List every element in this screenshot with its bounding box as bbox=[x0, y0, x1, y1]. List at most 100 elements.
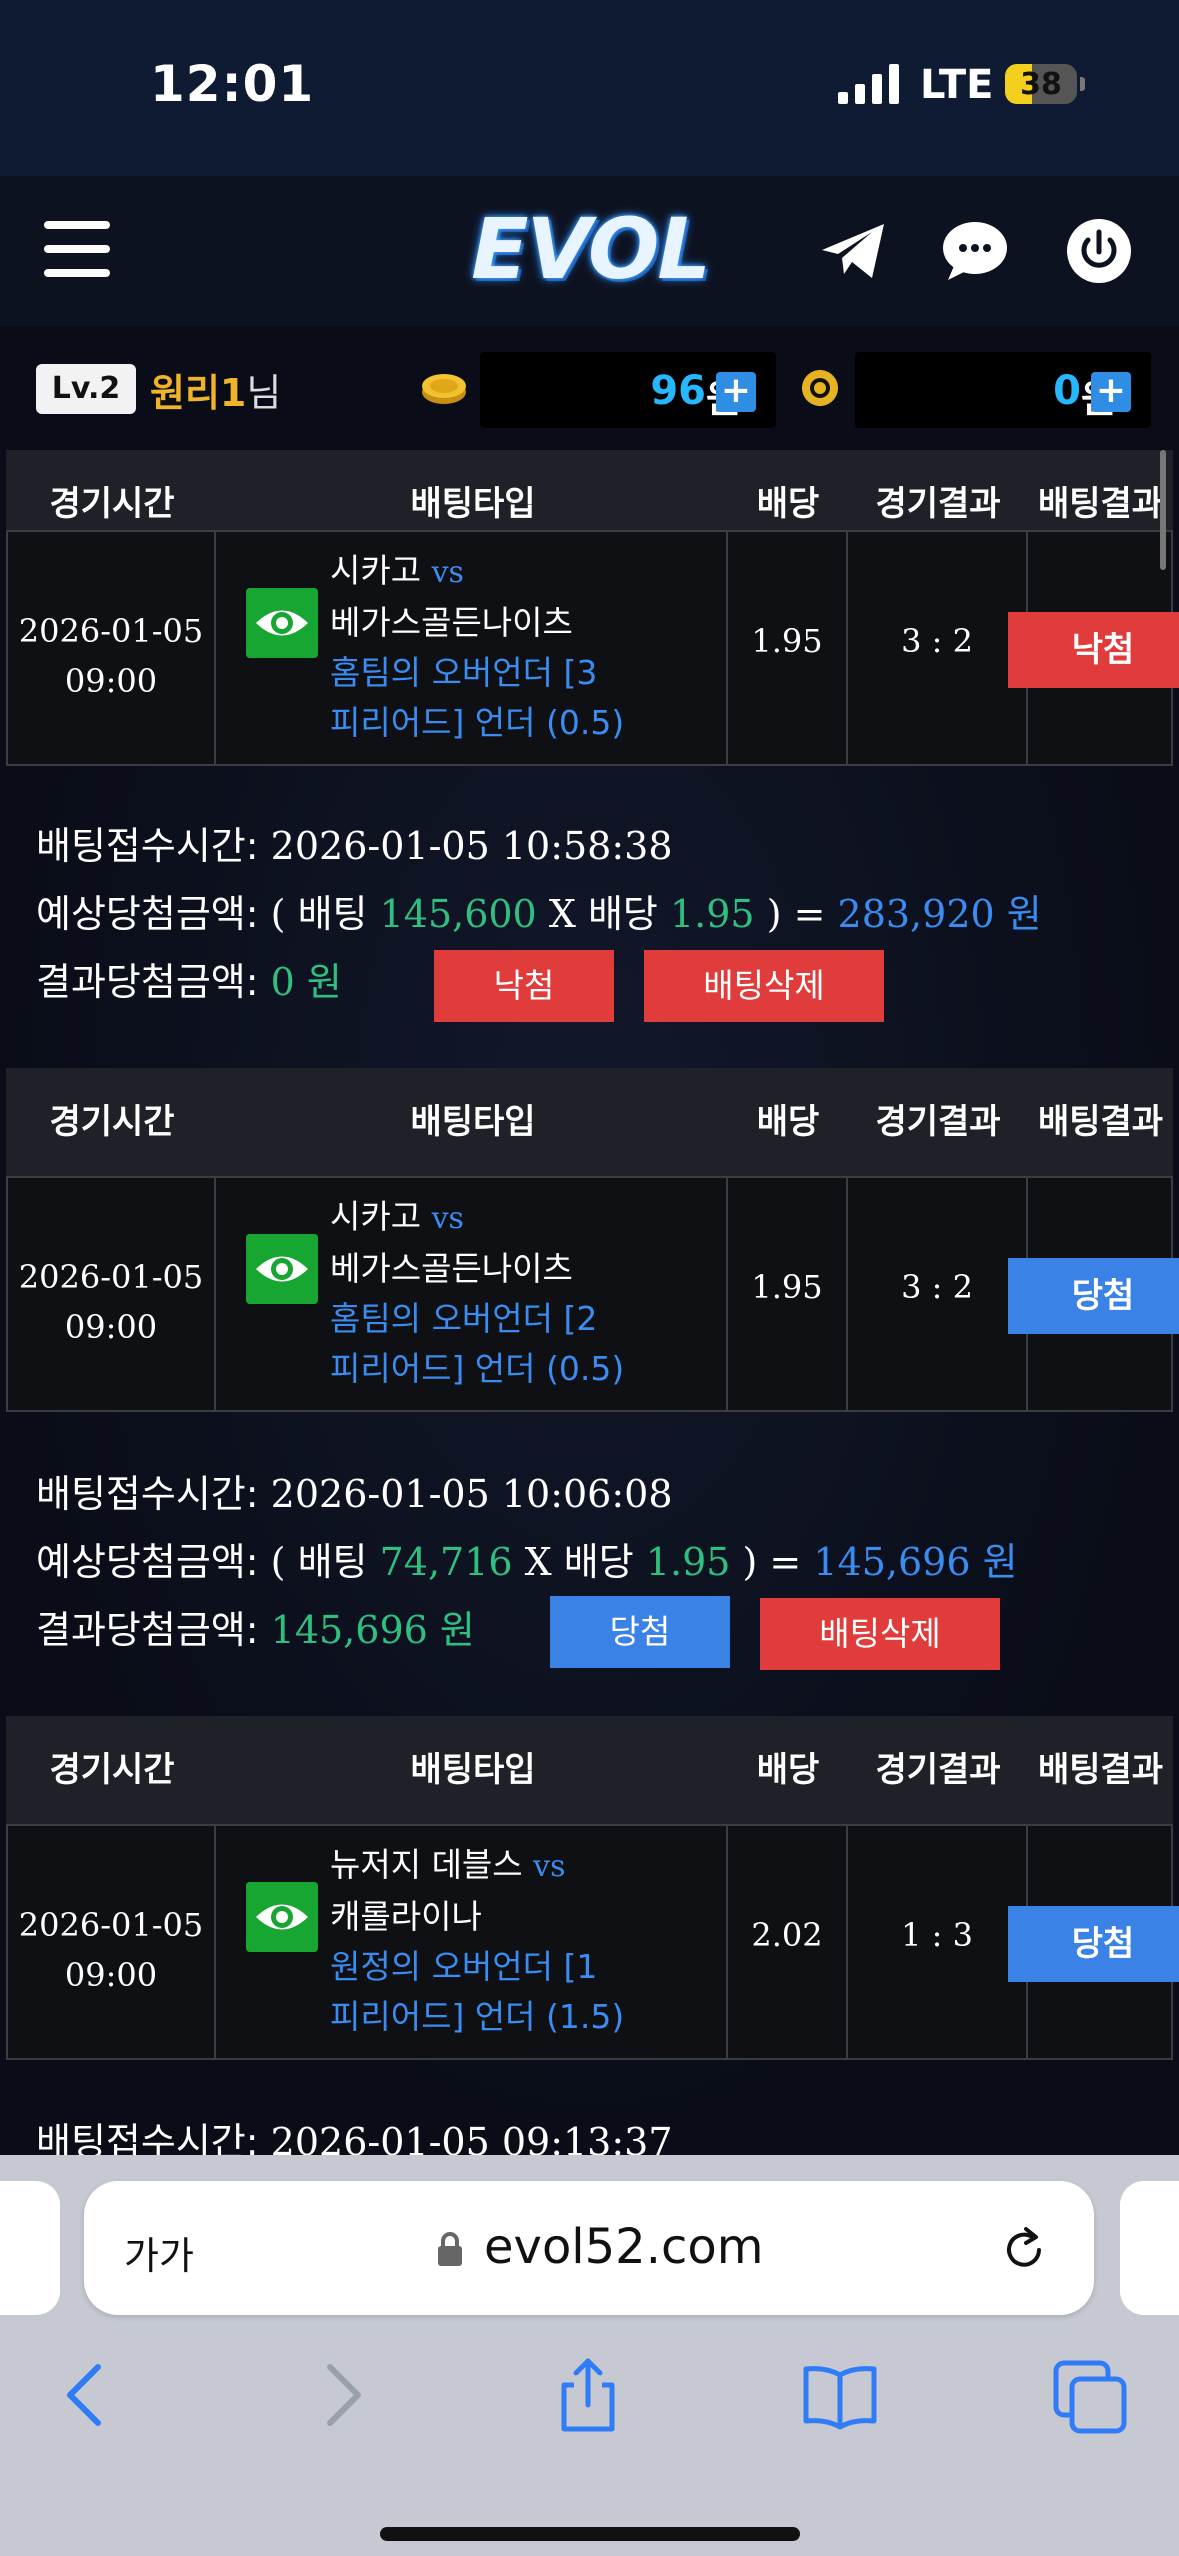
bet-row: 2026-01-05 09:00 뉴저지 데블스 vs 캐롤라이나 원정의 오버… bbox=[6, 1824, 1179, 2060]
game-score: 3 : 2 bbox=[901, 1268, 973, 1306]
match-info: 뉴저지 데블스 vs 캐롤라이나 원정의 오버언더 [1 피리어드] 언더 (1… bbox=[330, 1840, 720, 2042]
col-header-type: 배팅타입 bbox=[410, 1750, 536, 1790]
game-score: 1 : 3 bbox=[901, 1916, 973, 1954]
bet-received-time: 배팅접수시간: 2026-01-05 10:58:38 bbox=[36, 824, 673, 868]
bet-odds: 1.95 bbox=[751, 1268, 823, 1306]
bet-result-badge: 당첨 bbox=[1008, 1258, 1179, 1334]
money-balance-box: 96 원 + bbox=[480, 352, 776, 428]
col-header-time: 경기시간 bbox=[49, 1102, 175, 1142]
home-indicator[interactable] bbox=[380, 2527, 800, 2541]
forward-icon[interactable] bbox=[300, 2355, 380, 2435]
tabs-icon[interactable] bbox=[1050, 2355, 1130, 2435]
home-team: 뉴저지 데블스 bbox=[330, 1845, 523, 1884]
col-header-odds: 배당 bbox=[756, 1102, 820, 1142]
away-team: 베가스골든나이츠 bbox=[330, 1249, 573, 1288]
share-icon[interactable] bbox=[548, 2355, 628, 2435]
username: 원리1님 bbox=[150, 362, 281, 417]
reload-icon[interactable] bbox=[999, 2225, 1049, 2275]
browser-toolbar: 가가 evol52.com bbox=[0, 2155, 1179, 2556]
chat-icon[interactable] bbox=[940, 216, 1010, 286]
address-bar[interactable]: 가가 evol52.com bbox=[84, 2181, 1094, 2315]
col-header-bet-result: 배팅결과 bbox=[1037, 1750, 1164, 1790]
status-lose-button[interactable]: 낙첨 bbox=[434, 950, 614, 1022]
lock-icon bbox=[438, 2232, 462, 2266]
signal-icon bbox=[838, 64, 899, 104]
scrollbar[interactable] bbox=[1160, 450, 1166, 570]
bet-date: 2026-01-05 09:00 bbox=[18, 612, 204, 700]
network-label: LTE bbox=[920, 62, 994, 108]
bookmarks-icon[interactable] bbox=[800, 2355, 880, 2435]
point-value: 0 bbox=[1053, 368, 1081, 414]
next-tab-preview[interactable] bbox=[1120, 2181, 1179, 2315]
away-team: 베가스골든나이츠 bbox=[330, 603, 573, 642]
charge-money-button[interactable]: + bbox=[716, 372, 756, 412]
col-header-bet-result: 배팅결과 bbox=[1037, 1102, 1164, 1142]
reader-settings-button[interactable]: 가가 bbox=[124, 2225, 194, 2280]
bet-odds: 2.02 bbox=[751, 1916, 823, 1954]
home-team: 시카고 bbox=[330, 1197, 422, 1236]
hamburger-menu-icon[interactable] bbox=[44, 221, 110, 277]
col-header-time: 경기시간 bbox=[49, 1750, 175, 1790]
delete-bet-button[interactable]: 배팅삭제 bbox=[760, 1598, 1000, 1670]
username-suffix: 님 bbox=[246, 371, 282, 415]
match-info: 시카고 vs 베가스골든나이츠 홈팀의 오버언더 [3 피리어드] 언더 (0.… bbox=[330, 546, 720, 748]
bet-result-badge: 당첨 bbox=[1008, 1906, 1179, 1982]
back-icon[interactable] bbox=[48, 2355, 128, 2435]
match-info: 시카고 vs 베가스골든나이츠 홈팀의 오버언더 [2 피리어드] 언더 (0.… bbox=[330, 1192, 720, 1394]
table-header-row: 경기시간 배팅타입 배당 경기결과 배팅결과 bbox=[6, 1068, 1173, 1176]
charge-point-button[interactable]: + bbox=[1091, 372, 1131, 412]
status-bar: 12:01 LTE 38 bbox=[0, 0, 1179, 176]
bet-type-line1: 원정의 오버언더 [1 bbox=[330, 1947, 598, 1986]
status-win-button[interactable]: 당첨 bbox=[550, 1596, 730, 1668]
level-badge: Lv.2 bbox=[36, 364, 136, 414]
vs-label: vs bbox=[431, 555, 464, 590]
away-team: 캐롤라이나 bbox=[330, 1897, 482, 1936]
eye-icon[interactable] bbox=[246, 1234, 318, 1304]
status-time: 12:01 bbox=[150, 55, 315, 113]
final-winnings: 결과당첨금액: 0 원 bbox=[36, 960, 342, 1004]
bet-history-list[interactable]: 경기시간 배팅타입 배당 경기결과 배팅결과 2026-01-05 09:00 … bbox=[0, 450, 1179, 2155]
game-score: 3 : 2 bbox=[901, 622, 973, 660]
col-header-type: 배팅타입 bbox=[410, 1102, 536, 1142]
coin-icon bbox=[422, 374, 466, 404]
bet-type-line1: 홈팀의 오버언더 [3 bbox=[330, 653, 598, 692]
user-info-bar: Lv.2 원리1님 96 원 + 0 원 + bbox=[0, 326, 1179, 450]
bet-date: 2026-01-05 09:00 bbox=[18, 1906, 204, 1994]
eye-icon[interactable] bbox=[246, 588, 318, 658]
power-icon[interactable] bbox=[1064, 216, 1134, 286]
point-balance-box: 0 원 + bbox=[855, 352, 1151, 428]
col-header-game-result: 경기결과 bbox=[875, 1102, 1001, 1142]
bet-received-time: 배팅접수시간: 2026-01-05 10:06:08 bbox=[36, 1472, 673, 1516]
expected-winnings: 예상당첨금액: ( 배팅 74,716 X 배당 1.95 ) = 145,69… bbox=[36, 1540, 1018, 1584]
battery-icon: 38 bbox=[1005, 64, 1077, 104]
battery-level: 38 bbox=[1020, 67, 1062, 102]
vs-label: vs bbox=[431, 1201, 464, 1236]
previous-tab-preview[interactable] bbox=[0, 2181, 60, 2315]
bet-row: 2026-01-05 09:00 시카고 vs 베가스골든나이츠 홈팀의 오버언… bbox=[6, 530, 1179, 766]
final-winnings: 결과당첨금액: 145,696 원 bbox=[36, 1608, 475, 1652]
col-header-game-result: 경기결과 bbox=[875, 1750, 1001, 1790]
app-header: EVOL bbox=[0, 176, 1179, 326]
delete-bet-button[interactable]: 배팅삭제 bbox=[644, 950, 884, 1022]
url-text[interactable]: evol52.com bbox=[484, 2219, 764, 2275]
expected-winnings: 예상당첨금액: ( 배팅 145,600 X 배당 1.95 ) = 283,9… bbox=[36, 892, 1042, 936]
money-value: 96 bbox=[650, 368, 706, 414]
bet-type-line1: 홈팀의 오버언더 [2 bbox=[330, 1299, 598, 1338]
casino-chip-icon bbox=[802, 370, 838, 406]
vs-label: vs bbox=[533, 1849, 566, 1884]
bet-type-line2: 피리어드] 언더 (0.5) bbox=[330, 1349, 625, 1388]
bet-row: 2026-01-05 09:00 시카고 vs 베가스골든나이츠 홈팀의 오버언… bbox=[6, 1176, 1179, 1412]
table-header-row: 경기시간 배팅타입 배당 경기결과 배팅결과 bbox=[6, 1716, 1173, 1824]
eye-icon[interactable] bbox=[246, 1882, 318, 1952]
username-text: 원리1 bbox=[150, 371, 247, 415]
bet-received-time: 배팅접수시간: 2026-01-05 09:13:37 bbox=[36, 2120, 673, 2155]
home-team: 시카고 bbox=[330, 551, 422, 590]
bet-result-badge: 낙첨 bbox=[1008, 612, 1179, 688]
bet-odds: 1.95 bbox=[751, 622, 823, 660]
col-header-odds: 배당 bbox=[756, 1750, 820, 1790]
bet-type-line2: 피리어드] 언더 (0.5) bbox=[330, 703, 625, 742]
evol-logo[interactable]: EVOL bbox=[460, 204, 720, 294]
bet-type-line2: 피리어드] 언더 (1.5) bbox=[330, 1997, 625, 2036]
telegram-icon[interactable] bbox=[818, 216, 888, 286]
bet-date: 2026-01-05 09:00 bbox=[18, 1258, 204, 1346]
